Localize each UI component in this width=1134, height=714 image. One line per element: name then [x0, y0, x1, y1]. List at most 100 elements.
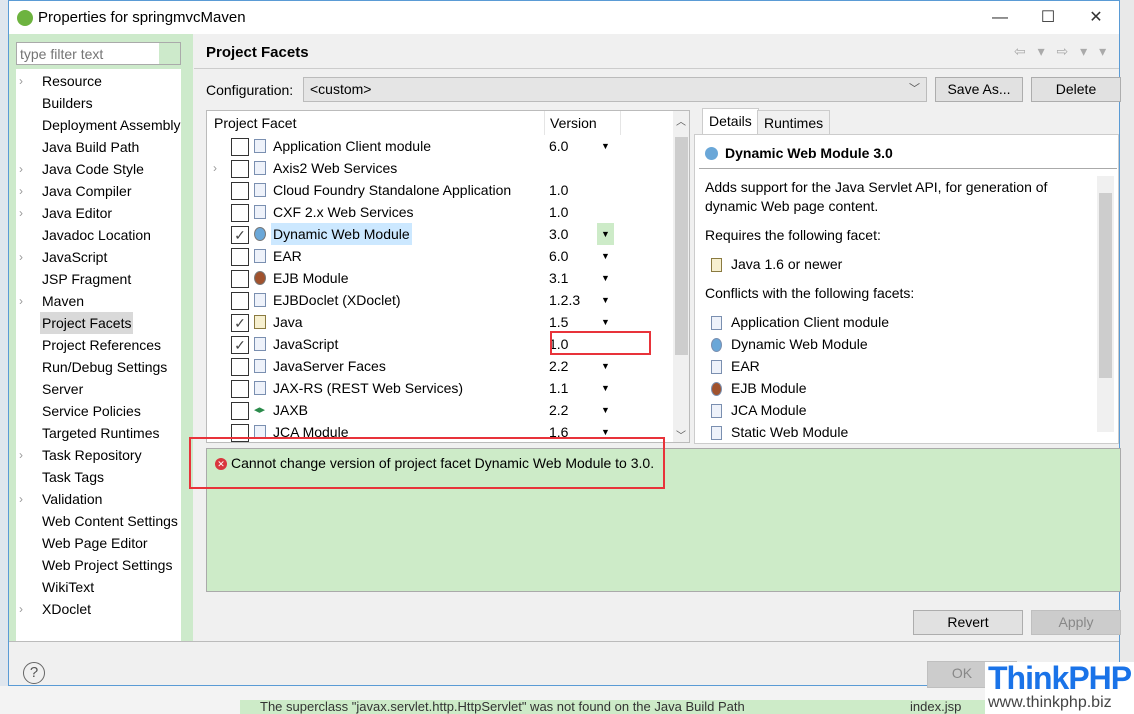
chevron-right-icon[interactable]: ›	[19, 202, 23, 224]
table-row[interactable]: JAX-RS (REST Web Services) 1.1 ▼	[207, 377, 677, 399]
sidebar-item[interactable]: Run/Debug Settings	[16, 356, 181, 378]
tab-runtimes[interactable]: Runtimes	[757, 110, 831, 135]
chevron-right-icon[interactable]: ›	[19, 488, 23, 510]
close-button[interactable]: ✕	[1073, 1, 1119, 34]
scroll-up-icon[interactable]: ︿	[676, 113, 686, 128]
facet-checkbox[interactable]	[231, 402, 249, 420]
background-app	[0, 0, 8, 714]
facet-checkbox[interactable]	[231, 358, 249, 376]
sidebar-item[interactable]: › JavaScript	[16, 246, 181, 268]
details-panel: Dynamic Web Module 3.0 Adds support for …	[694, 134, 1119, 444]
help-icon[interactable]: ?	[23, 662, 45, 684]
facet-name: JAX-RS (REST Web Services)	[273, 380, 464, 396]
facet-checkbox[interactable]	[231, 380, 249, 398]
chevron-down-icon: ﹀	[909, 83, 920, 95]
sidebar-item[interactable]: WikiText	[16, 576, 181, 598]
configuration-select[interactable]: <custom> ﹀	[303, 77, 927, 102]
facet-checkbox[interactable]	[231, 160, 249, 178]
table-row[interactable]: EAR 6.0 ▼	[207, 245, 677, 267]
sidebar-item[interactable]: › Validation	[16, 488, 181, 510]
table-row[interactable]: EJB Module 3.1 ▼	[207, 267, 677, 289]
sidebar-item[interactable]: Server	[16, 378, 181, 400]
dropdown-arrow-icon[interactable]: ▼	[601, 355, 610, 377]
sidebar-item[interactable]: Project Facets	[16, 312, 181, 334]
table-row[interactable]: EJBDoclet (XDoclet) 1.2.3 ▼	[207, 289, 677, 311]
sidebar-item[interactable]: › Java Code Style	[16, 158, 181, 180]
facet-checkbox[interactable]: ✓	[231, 226, 249, 244]
doc-icon	[254, 139, 266, 153]
sidebar-item[interactable]: Targeted Runtimes	[16, 422, 181, 444]
table-row[interactable]: Application Client module 6.0 ▼	[207, 135, 677, 157]
sidebar-item[interactable]: Builders	[16, 92, 181, 114]
col-version[interactable]: Version	[550, 115, 597, 131]
chevron-right-icon[interactable]: ›	[19, 70, 23, 92]
dropdown-arrow-icon[interactable]: ▼	[601, 289, 610, 311]
sidebar-item[interactable]: › Java Editor	[16, 202, 181, 224]
configuration-label: Configuration:	[206, 82, 294, 98]
filter-input[interactable]	[16, 42, 181, 65]
facet-checkbox[interactable]	[231, 292, 249, 310]
chevron-right-icon[interactable]: ›	[19, 598, 23, 620]
sidebar-item[interactable]: Project References	[16, 334, 181, 356]
details-description: Adds support for the Java Servlet API, f…	[705, 179, 1048, 195]
sidebar-item[interactable]: Web Page Editor	[16, 532, 181, 554]
table-row[interactable]: ◂▸ JAXB 2.2 ▼	[207, 399, 677, 421]
apply-button[interactable]: Apply	[1031, 610, 1121, 635]
sidebar-item[interactable]: JSP Fragment	[16, 268, 181, 290]
sidebar-item[interactable]: Deployment Assembly	[16, 114, 181, 136]
facet-checkbox[interactable]: ✓	[231, 336, 249, 354]
dropdown-arrow-icon[interactable]: ▼	[601, 311, 610, 333]
sidebar-item[interactable]: Service Policies	[16, 400, 181, 422]
sidebar-item[interactable]: › Task Repository	[16, 444, 181, 466]
sidebar-item-label: Java Compiler	[42, 183, 132, 199]
chevron-right-icon[interactable]: ›	[19, 246, 23, 268]
dropdown-arrow-icon[interactable]: ▼	[601, 245, 610, 267]
chevron-right-icon[interactable]: ›	[213, 157, 217, 179]
clear-filter-button[interactable]	[159, 43, 180, 64]
scrollbar-thumb[interactable]	[1099, 193, 1112, 378]
facet-checkbox[interactable]	[231, 204, 249, 222]
chevron-right-icon[interactable]: ›	[19, 290, 23, 312]
sidebar-item[interactable]: › Maven	[16, 290, 181, 312]
scrollbar-thumb[interactable]	[675, 137, 688, 355]
sidebar-item[interactable]: Javadoc Location	[16, 224, 181, 246]
save-as-button[interactable]: Save As...	[935, 77, 1023, 102]
sidebar-item[interactable]: › XDoclet	[16, 598, 181, 620]
sidebar-item[interactable]: Java Build Path	[16, 136, 181, 158]
sidebar-item[interactable]: Web Content Settings	[16, 510, 181, 532]
tab-details[interactable]: Details	[702, 108, 759, 135]
doc-icon	[254, 337, 266, 351]
table-row[interactable]: ✓ Java 1.5 ▼	[207, 311, 677, 333]
facet-checkbox[interactable]: ✓	[231, 314, 249, 332]
scroll-down-icon[interactable]: ﹀	[676, 427, 686, 442]
dropdown-arrow-icon[interactable]: ▼	[601, 267, 610, 289]
nav-arrows-icon[interactable]: ⇦ ▾ ⇨ ▾ ▾	[1014, 43, 1110, 60]
facet-checkbox[interactable]	[231, 182, 249, 200]
chevron-right-icon[interactable]: ›	[19, 158, 23, 180]
table-row[interactable]: JavaServer Faces 2.2 ▼	[207, 355, 677, 377]
facet-checkbox[interactable]	[231, 138, 249, 156]
sidebar-item[interactable]: Web Project Settings	[16, 554, 181, 576]
facet-checkbox[interactable]	[231, 270, 249, 288]
delete-button[interactable]: Delete	[1031, 77, 1121, 102]
dropdown-arrow-icon[interactable]: ▼	[597, 223, 614, 245]
dropdown-arrow-icon[interactable]: ▼	[601, 399, 610, 421]
table-row[interactable]: › Axis2 Web Services	[207, 157, 677, 179]
table-row[interactable]: ✓ Dynamic Web Module 3.0 ▼	[207, 223, 677, 245]
sidebar-item[interactable]: › Resource	[16, 70, 181, 92]
java-icon	[711, 258, 722, 272]
table-row[interactable]: CXF 2.x Web Services 1.0	[207, 201, 677, 223]
dropdown-arrow-icon[interactable]: ▼	[601, 135, 610, 157]
col-project-facet[interactable]: Project Facet	[214, 115, 296, 131]
minimize-button[interactable]: —	[977, 1, 1023, 34]
sidebar-item-label: Project Facets	[40, 312, 134, 334]
table-row[interactable]: Cloud Foundry Standalone Application 1.0	[207, 179, 677, 201]
sidebar-item[interactable]: › Java Compiler	[16, 180, 181, 202]
maximize-button[interactable]: ☐	[1025, 1, 1071, 34]
chevron-right-icon[interactable]: ›	[19, 444, 23, 466]
revert-button[interactable]: Revert	[913, 610, 1023, 635]
facet-checkbox[interactable]	[231, 248, 249, 266]
sidebar-item[interactable]: Task Tags	[16, 466, 181, 488]
dropdown-arrow-icon[interactable]: ▼	[601, 377, 610, 399]
chevron-right-icon[interactable]: ›	[19, 180, 23, 202]
